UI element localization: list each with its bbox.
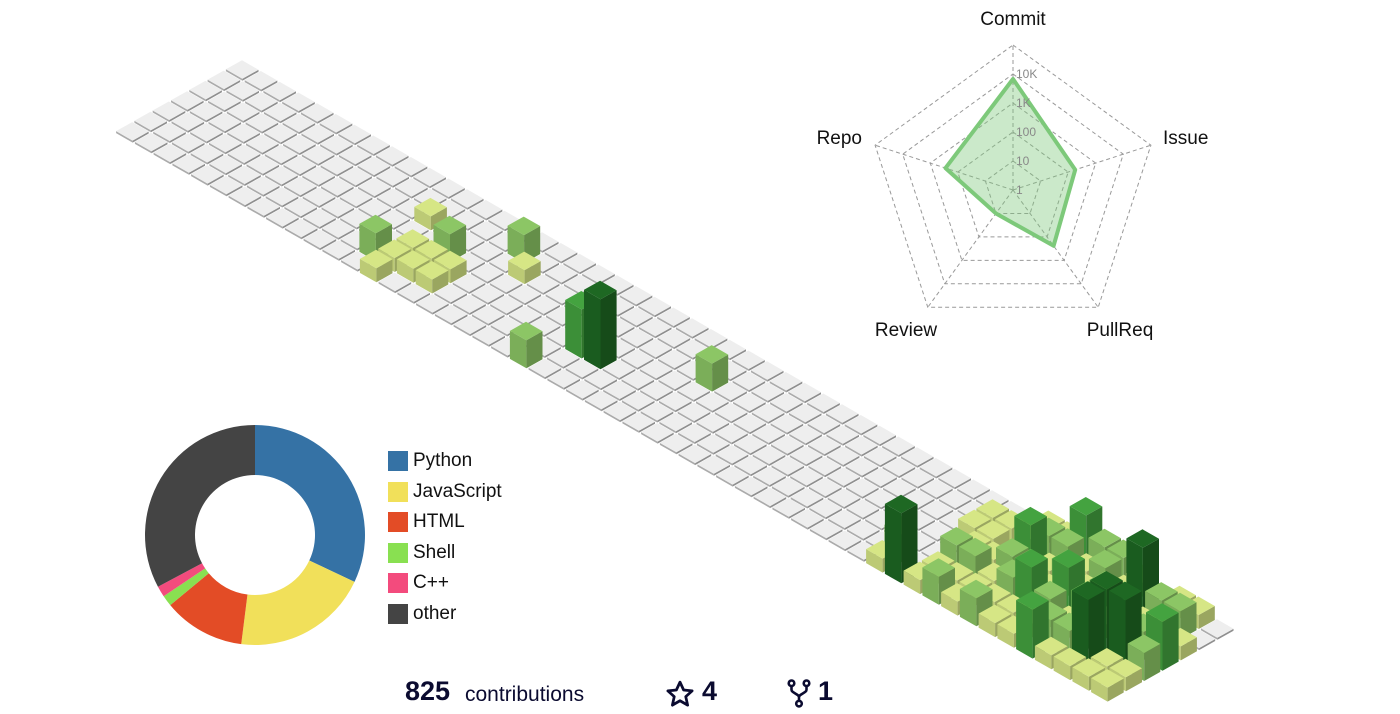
radar-axis-label: Issue (1163, 128, 1208, 149)
fork-count: 1 (818, 676, 834, 706)
contribution-label: contributions (465, 683, 585, 706)
legend-item: Python (388, 446, 502, 477)
radar-axis-label: PullReq (1087, 320, 1154, 341)
language-legend: Python JavaScript HTML Shell C++ other (388, 446, 502, 629)
calendar-cell (509, 321, 543, 369)
fork-icon (787, 679, 811, 708)
activity-radar-chart: 1 10 100 1K 10K Commit Issue PullReq Review Repo (817, 9, 1209, 341)
legend-item: other (388, 599, 502, 630)
donut-slice-python (255, 425, 366, 582)
summary-footer: 825 contributions 4 1 (0, 676, 1400, 712)
legend-item: Shell (388, 538, 502, 569)
radar-axis-label: Commit (980, 9, 1046, 30)
cell-left-face (884, 503, 902, 584)
calendar-cell (695, 345, 729, 392)
legend-swatch (388, 512, 408, 533)
radar-tick-label: 10 (1016, 154, 1030, 168)
legend-label: HTML (413, 511, 465, 533)
legend-label: Shell (413, 541, 456, 563)
legend-label: other (413, 602, 457, 624)
calendar-cell (584, 280, 617, 370)
radar-axis-label: Repo (817, 128, 862, 149)
cell-left-face (1016, 600, 1033, 659)
legend-label: JavaScript (413, 480, 502, 502)
legend-swatch (388, 603, 408, 624)
contribution-count: 825 (405, 676, 451, 706)
legend-swatch (388, 451, 408, 472)
star-icon (666, 680, 694, 707)
radar-tick-label: 1 (1016, 183, 1023, 197)
legend-item: C++ (388, 568, 502, 599)
radar-tick-label: 1K (1016, 96, 1031, 110)
cell-right-face (1162, 612, 1179, 671)
cell-left-face (584, 289, 601, 370)
legend-item: HTML (388, 507, 502, 538)
legend-item: JavaScript (388, 477, 502, 508)
cell-left-face (565, 300, 582, 359)
legend-swatch (388, 542, 408, 563)
legend-swatch (388, 481, 408, 502)
language-donut-chart (145, 425, 366, 645)
radar-tick-label: 10K (1016, 67, 1037, 81)
cell-right-face (600, 290, 617, 370)
star-count: 4 (702, 676, 718, 706)
radar-tick-label: 100 (1016, 125, 1036, 139)
radar-axis-label: Review (875, 320, 938, 341)
legend-label: Python (413, 450, 473, 472)
legend-label: C++ (413, 572, 449, 594)
legend-swatch (388, 573, 408, 594)
donut-slice-other (145, 425, 255, 587)
radar-series (943, 77, 1078, 248)
